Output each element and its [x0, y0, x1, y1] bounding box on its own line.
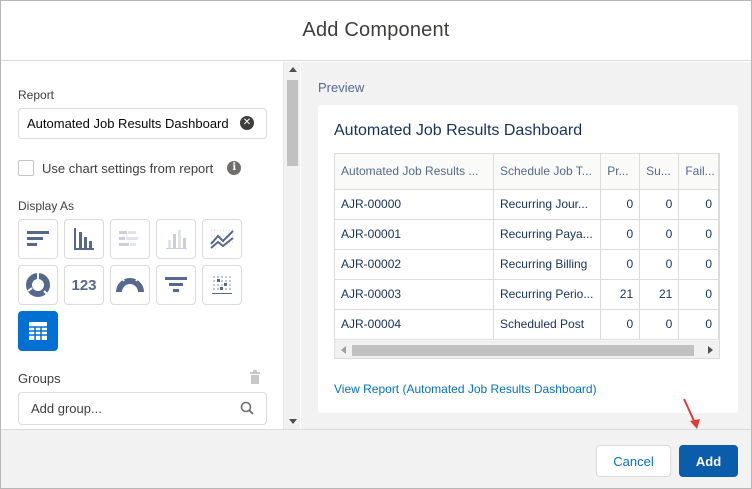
modal-header: Add Component — [1, 1, 751, 61]
scroll-right-arrow-icon[interactable] — [708, 346, 713, 354]
table-cell: AJR-00003 — [335, 279, 494, 310]
preview-label: Preview — [318, 80, 365, 95]
scroll-left-arrow-icon[interactable] — [341, 346, 346, 354]
table-cell: 0 — [639, 219, 680, 250]
trash-icon[interactable] — [249, 370, 261, 384]
table-cell: 0 — [678, 189, 719, 220]
table-cell: 0 — [600, 189, 641, 220]
add-component-modal: Add Component Report Automated Job Resul… — [0, 0, 752, 489]
table-cell: Recurring Jour... — [493, 189, 602, 220]
gauge-icon — [116, 277, 144, 293]
donut-chart-icon — [26, 273, 50, 297]
preview-card: Automated Job Results Dashboard Automate… — [318, 105, 738, 413]
line-chart-icon — [210, 229, 234, 249]
group-placeholder: Add group... — [31, 401, 102, 416]
table-row: AJR-00000 Recurring Jour... 0 0 0 — [335, 189, 719, 220]
clear-icon[interactable]: ✕ — [240, 116, 254, 130]
scrollbar-thumb[interactable] — [352, 345, 694, 356]
table-cell: Recurring Paya... — [493, 219, 602, 250]
table-horizontal-scrollbar[interactable] — [335, 341, 719, 358]
table-cell: 0 — [600, 309, 641, 340]
display-as-label: Display As — [18, 199, 75, 213]
table-row: AJR-00003 Recurring Perio... 21 21 0 — [335, 279, 719, 310]
group-input[interactable]: Add group... — [18, 392, 267, 425]
table-cell: AJR-00001 — [335, 219, 494, 250]
table-cell: AJR-00000 — [335, 189, 494, 220]
add-button[interactable]: Add — [679, 445, 738, 477]
preview-card-title: Automated Job Results Dashboard — [334, 122, 583, 139]
use-chart-settings-checkbox[interactable] — [18, 160, 34, 176]
table-cell: Scheduled Post — [493, 309, 602, 340]
groups-label: Groups — [18, 371, 61, 386]
scroll-down-arrow-icon[interactable] — [289, 419, 297, 424]
column-header[interactable]: Su... — [639, 154, 680, 190]
cancel-button[interactable]: Cancel — [596, 445, 671, 477]
table-cell: Recurring Billing — [493, 249, 602, 280]
view-report-link[interactable]: View Report (Automated Job Results Dashb… — [334, 382, 597, 396]
display-metric-button[interactable]: 123 — [64, 265, 104, 305]
table-row: AJR-00001 Recurring Paya... 0 0 0 — [335, 219, 719, 250]
modal-footer: Cancel Add — [1, 429, 751, 488]
table-cell: 0 — [678, 219, 719, 250]
display-donut-button[interactable] — [18, 265, 58, 305]
table-header-row: Automated Job Results ... Schedule Job T… — [335, 154, 719, 190]
display-gauge-button[interactable] — [110, 265, 150, 305]
scroll-up-arrow-icon[interactable] — [289, 67, 297, 72]
stacked-horizontal-bar-icon — [119, 231, 138, 246]
table-cell: Recurring Perio... — [493, 279, 602, 310]
preview-panel: Preview Automated Job Results Dashboard … — [301, 62, 751, 429]
table-cell: AJR-00002 — [335, 249, 494, 280]
stacked-vertical-bar-icon — [166, 230, 187, 249]
vertical-bar-chart-icon — [74, 228, 94, 250]
column-header[interactable]: Automated Job Results ... — [335, 154, 494, 190]
component-settings-panel: Report Automated Job Results Dashboard ✕… — [1, 62, 283, 429]
report-input[interactable]: Automated Job Results Dashboard ✕ — [18, 108, 267, 139]
table-cell: 0 — [600, 219, 641, 250]
table-cell: 0 — [639, 309, 680, 340]
preview-table-container: Automated Job Results ... Schedule Job T… — [334, 153, 720, 359]
table-row: AJR-00004 Scheduled Post 0 0 0 — [335, 309, 719, 340]
table-cell: 0 — [678, 249, 719, 280]
display-vertical-bar-button[interactable] — [64, 219, 104, 259]
display-stacked-horizontal-button[interactable] — [110, 219, 150, 259]
table-icon — [29, 322, 47, 340]
display-scatter-button[interactable] — [202, 265, 242, 305]
report-label: Report — [18, 88, 55, 102]
column-header[interactable]: Schedule Job T... — [493, 154, 602, 190]
scrollbar-thumb[interactable] — [287, 80, 298, 166]
search-icon — [240, 401, 254, 415]
use-chart-settings-label: Use chart settings from report — [42, 160, 214, 176]
column-header[interactable]: Pr... — [600, 154, 641, 190]
scatter-chart-icon — [212, 276, 232, 294]
display-table-button[interactable] — [18, 311, 58, 351]
column-header[interactable]: Fail... — [678, 154, 719, 190]
modal-title: Add Component — [302, 19, 450, 41]
report-value: Automated Job Results Dashboard — [27, 116, 229, 131]
annotation-arrow-icon — [683, 398, 700, 429]
table-cell: 0 — [678, 309, 719, 340]
display-horizontal-bar-button[interactable] — [18, 219, 58, 259]
metric-icon: 123 — [71, 276, 97, 294]
display-line-chart-button[interactable] — [202, 219, 242, 259]
funnel-chart-icon — [165, 277, 187, 292]
table-cell: AJR-00004 — [335, 309, 494, 340]
table-row: AJR-00002 Recurring Billing 0 0 0 — [335, 249, 719, 280]
info-icon[interactable]: i — [227, 161, 242, 175]
display-stacked-vertical-button[interactable] — [156, 219, 196, 259]
table-cell: 21 — [639, 279, 680, 310]
preview-table: Automated Job Results ... Schedule Job T… — [335, 154, 719, 340]
table-cell: 0 — [678, 279, 719, 310]
left-panel-scrollbar[interactable] — [283, 62, 300, 429]
use-chart-settings-row: Use chart settings from report i — [18, 160, 242, 176]
table-cell: 0 — [639, 249, 680, 280]
horizontal-bar-chart-icon — [27, 231, 49, 246]
display-funnel-button[interactable] — [156, 265, 196, 305]
table-cell: 0 — [639, 189, 680, 220]
table-cell: 0 — [600, 249, 641, 280]
table-cell: 21 — [600, 279, 641, 310]
